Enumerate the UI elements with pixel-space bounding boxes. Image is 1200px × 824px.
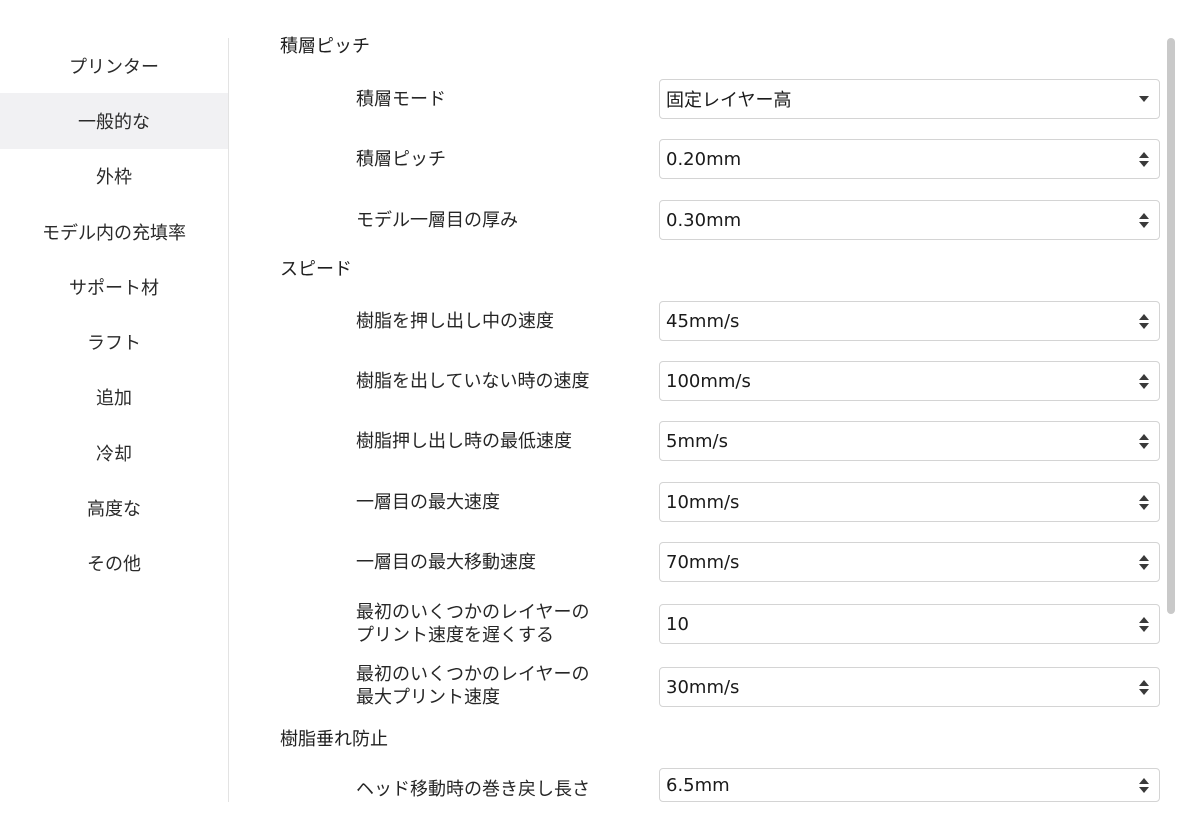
sidebar-item-label: 冷却 [96,443,132,465]
sidebar-item-general[interactable]: 一般的な [0,93,228,149]
sidebar-item-raft[interactable]: ラフト [0,314,228,369]
stepper-icon[interactable] [1129,373,1159,389]
section-title-speed: スピード [280,259,352,280]
first-layer-max-speed-label: 一層目の最大速度 [356,492,500,513]
sidebar-item-label: ラフト [87,333,141,355]
first-layer-thickness-value: 0.30mm [666,209,742,231]
stepper-icon[interactable] [1129,433,1159,449]
stepper-icon[interactable] [1129,212,1159,228]
vertical-scrollbar[interactable] [1167,38,1175,614]
sidebar-item-label: その他 [87,554,141,576]
slow-layers-label-line1: 最初のいくつかのレイヤーの [356,602,590,623]
travel-speed-label: 樹脂を出していない時の速度 [356,371,590,392]
sidebar-item-other[interactable]: その他 [0,536,228,591]
layer-mode-label: 積層モード [356,89,446,110]
retraction-length-stepper[interactable]: 6.5mm [659,768,1160,802]
slow-layers-label-line2: プリント速度を遅くする [356,625,554,646]
first-layer-travel-speed-value: 70mm/s [666,551,740,573]
first-layer-max-speed-stepper[interactable]: 10mm/s [659,482,1160,522]
stepper-icon[interactable] [1129,494,1159,510]
slow-layers-max-speed-label-line2: 最大プリント速度 [356,687,500,708]
stepper-icon[interactable] [1129,313,1159,329]
stepper-icon[interactable] [1129,616,1159,632]
sidebar-item-label: 高度な [87,499,141,521]
sidebar-item-support[interactable]: サポート材 [0,259,228,314]
layer-pitch-value: 0.20mm [666,148,742,170]
stepper-icon[interactable] [1129,554,1159,570]
first-layer-max-speed-value: 10mm/s [666,491,740,513]
chevron-down-icon [1129,96,1159,102]
slow-layers-value: 10 [666,613,689,635]
sidebar-item-cooling[interactable]: 冷却 [0,425,228,480]
layer-mode-select[interactable]: 固定レイヤー高 [659,79,1160,119]
section-title-retraction: 樹脂垂れ防止 [280,729,388,750]
layer-pitch-stepper[interactable]: 0.20mm [659,139,1160,179]
sidebar: プリンター 一般的な 外枠 モデル内の充填率 サポート材 ラフト 追加 冷却 高… [0,38,229,802]
first-layer-travel-speed-label: 一層目の最大移動速度 [356,552,536,573]
slow-layers-max-speed-label: 最初のいくつかのレイヤーの 最大プリント速度 [356,663,656,709]
sidebar-item-label: 一般的な [78,111,150,133]
sidebar-item-additional[interactable]: 追加 [0,370,228,425]
min-speed-stepper[interactable]: 5mm/s [659,421,1160,461]
sidebar-item-label: 外枠 [96,167,132,189]
sidebar-item-infill[interactable]: モデル内の充填率 [0,204,228,259]
sidebar-item-shell[interactable]: 外枠 [0,149,228,204]
slow-layers-max-speed-label-line1: 最初のいくつかのレイヤーの [356,664,590,685]
slow-layers-max-speed-stepper[interactable]: 30mm/s [659,667,1160,707]
slow-layers-max-speed-value: 30mm/s [666,676,740,698]
first-layer-travel-speed-stepper[interactable]: 70mm/s [659,542,1160,582]
sidebar-item-label: モデル内の充填率 [42,222,186,244]
stepper-icon[interactable] [1129,679,1159,695]
sidebar-item-label: 追加 [96,388,132,410]
min-speed-value: 5mm/s [666,430,728,452]
layer-mode-value: 固定レイヤー高 [666,90,792,111]
min-speed-label: 樹脂押し出し時の最低速度 [356,431,572,452]
sidebar-item-label: サポート材 [69,277,159,299]
first-layer-thickness-stepper[interactable]: 0.30mm [659,200,1160,240]
settings-content: 積層ピッチ 積層モード 固定レイヤー高 積層ピッチ 0.20mm モデル一層目の… [230,0,1170,824]
sidebar-item-advanced[interactable]: 高度な [0,480,228,535]
print-speed-value: 45mm/s [666,310,740,332]
sidebar-item-printer[interactable]: プリンター [0,38,228,93]
travel-speed-stepper[interactable]: 100mm/s [659,361,1160,401]
retraction-length-value: 6.5mm [666,774,730,796]
stepper-icon[interactable] [1129,777,1159,793]
settings-window: プリンター 一般的な 外枠 モデル内の充填率 サポート材 ラフト 追加 冷却 高… [0,0,1200,824]
print-speed-stepper[interactable]: 45mm/s [659,301,1160,341]
retraction-length-label: ヘッド移動時の巻き戻し長さ [356,779,590,800]
layer-pitch-label: 積層ピッチ [356,149,446,170]
slow-layers-stepper[interactable]: 10 [659,604,1160,644]
sidebar-item-label: プリンター [69,56,159,78]
stepper-icon[interactable] [1129,151,1159,167]
section-title-layer: 積層ピッチ [280,36,370,57]
first-layer-thickness-label: モデル一層目の厚み [356,210,518,231]
travel-speed-value: 100mm/s [666,370,751,392]
slow-layers-label: 最初のいくつかのレイヤーの プリント速度を遅くする [356,601,656,647]
print-speed-label: 樹脂を押し出し中の速度 [356,311,554,332]
